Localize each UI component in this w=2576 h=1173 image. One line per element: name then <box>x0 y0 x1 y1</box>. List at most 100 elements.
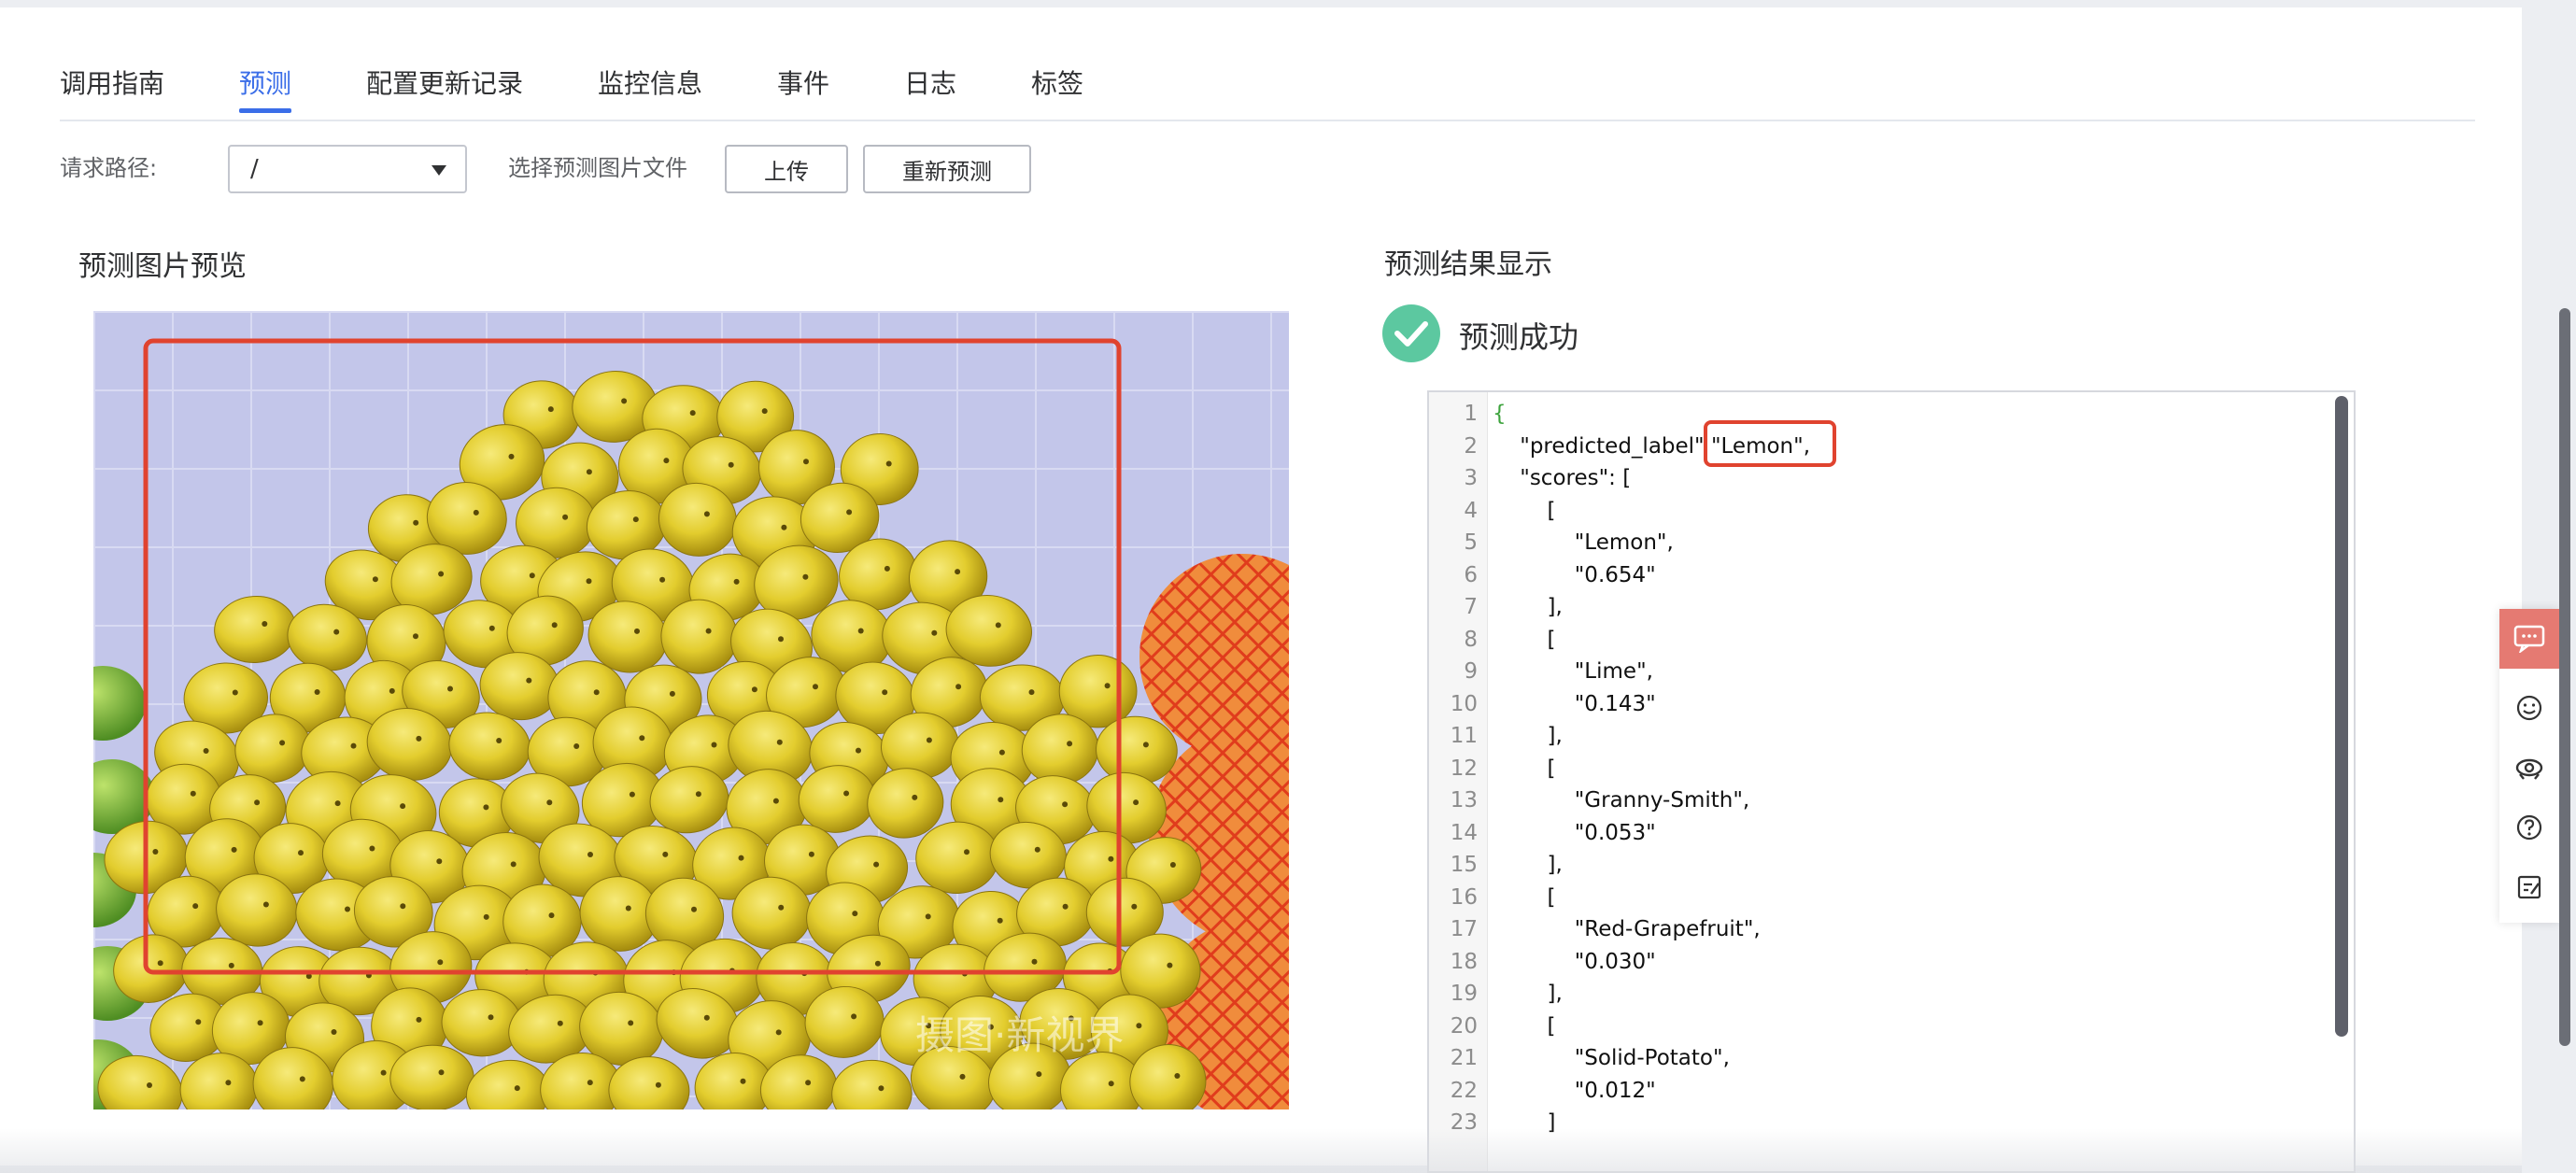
lemon-tip <box>851 1013 857 1020</box>
line-number: 16 <box>1450 884 1478 910</box>
lemon-tip <box>805 1080 812 1086</box>
line-number: 3 <box>1464 466 1478 490</box>
lemon-tip <box>389 687 395 694</box>
tab-monitoring[interactable]: 监控信息 <box>598 64 702 101</box>
bottom-shade <box>0 1128 2522 1173</box>
lemon-tip <box>586 578 592 585</box>
line-number: 10 <box>1450 691 1478 716</box>
lemon-tip <box>703 1014 710 1021</box>
line-number: 8 <box>1464 627 1478 652</box>
lemon-tip <box>926 737 932 743</box>
tab-events[interactable]: 事件 <box>777 64 829 101</box>
line-number: 14 <box>1450 820 1478 845</box>
lemon-tip <box>526 677 532 684</box>
code-text: ], <box>1493 724 1563 748</box>
code-text: "Solid-Potato", <box>1493 1046 1730 1070</box>
code-text: ], <box>1493 982 1563 1006</box>
lemon-tip <box>740 1078 746 1084</box>
lemon-tip <box>1104 683 1111 689</box>
lemon-tip <box>1067 741 1073 747</box>
lemon-tip <box>152 849 159 855</box>
lemon-tip <box>873 861 880 868</box>
smiley-icon[interactable] <box>2499 678 2559 738</box>
lemon-tip <box>436 858 443 865</box>
code-line: 19 ], <box>1429 978 2307 1010</box>
lemon-tip <box>874 960 881 967</box>
code-line: 18 "0.030" <box>1429 946 2307 978</box>
code-scrollbar[interactable] <box>2335 396 2348 1037</box>
lemon-tip <box>203 748 209 754</box>
result-json-viewer[interactable]: 1{2 "predicted_label" "Lemon", 3 "scores"… <box>1427 390 2356 1173</box>
code-line: 3 "scores": [ <box>1429 462 2307 494</box>
lemon-tip <box>781 524 787 530</box>
lemon-tip <box>803 459 809 465</box>
lemon-tip <box>438 1069 445 1076</box>
chat-icon[interactable] <box>2499 609 2559 669</box>
tab-predict[interactable]: 预测 <box>239 64 291 101</box>
tab-guide[interactable]: 调用指南 <box>60 64 164 101</box>
lemon-tip <box>776 739 783 745</box>
tab-tags[interactable]: 标签 <box>1031 64 1083 101</box>
line-number: 6 <box>1464 562 1478 587</box>
code-line: 2 "predicted_label" "Lemon", <box>1429 431 2307 462</box>
lemon-tip <box>514 1085 520 1092</box>
code-text: [ <box>1493 1013 1556 1039</box>
page-scrollbar[interactable] <box>2559 308 2570 1046</box>
lemon-tip <box>955 569 961 575</box>
lemon-tip <box>298 850 304 856</box>
code-line: 11 ], <box>1429 720 2307 752</box>
lemon-tip <box>231 846 237 853</box>
lemon-tip <box>998 749 1005 756</box>
repredict-button[interactable]: 重新预测 <box>863 145 1031 193</box>
lemon-tip <box>333 629 340 635</box>
lemon-tip <box>488 1014 494 1021</box>
code-text: [ <box>1493 756 1556 781</box>
lemon-tip <box>195 1019 202 1025</box>
lemon-tip <box>1034 846 1040 853</box>
lemon-tip <box>1031 958 1038 965</box>
line-number: 19 <box>1450 982 1478 1006</box>
lemon-tip <box>190 790 196 797</box>
help-icon[interactable] <box>2499 798 2559 857</box>
lemon-tip <box>546 799 553 806</box>
preview-image: 摄图·新视界 <box>93 311 1289 1109</box>
code-text: "0.012" <box>1493 1078 1656 1103</box>
headset-icon[interactable] <box>2499 738 2559 798</box>
code-line: 14 "0.053" <box>1429 817 2307 849</box>
upload-button[interactable]: 上传 <box>725 145 848 193</box>
preview-title: 预测图片预览 <box>78 250 247 283</box>
lemon-tip <box>964 849 970 855</box>
lemon-tip <box>857 628 864 634</box>
tab-config-history[interactable]: 配置更新记录 <box>366 64 523 101</box>
lemon-tip <box>691 906 697 912</box>
feedback-icon[interactable] <box>2499 857 2559 917</box>
main-panel: 调用指南 预测 配置更新记录 监控信息 事件 日志 标签 请求路径: / 选择预… <box>0 7 2522 1173</box>
lemon-tip <box>314 689 320 695</box>
tab-logs[interactable]: 日志 <box>904 64 956 101</box>
code-line: 21 "Solid-Potato", <box>1429 1042 2307 1074</box>
lemon-tip <box>639 735 645 742</box>
lemon-tip <box>586 469 592 475</box>
lemon-tip <box>1062 801 1069 808</box>
line-number: 5 <box>1464 530 1478 555</box>
line-number: 22 <box>1450 1078 1478 1103</box>
lemon-tip <box>775 1029 782 1036</box>
lemon-tip <box>995 622 1001 629</box>
request-path-select[interactable]: / <box>228 145 467 193</box>
lemon-tip <box>331 1029 337 1035</box>
floating-toolbar <box>2499 609 2559 923</box>
lemon-tip <box>1036 1071 1042 1078</box>
lemon-tip <box>997 917 1003 924</box>
lemon-tip <box>846 509 853 516</box>
code-text: [ <box>1493 884 1556 910</box>
lemon-tip <box>157 960 163 967</box>
lemon-tip <box>761 408 768 415</box>
line-number: 2 <box>1464 433 1478 459</box>
lemons-photo: 摄图·新视界 <box>93 311 1289 1109</box>
select-file-label: 选择预测图片文件 <box>508 155 687 181</box>
lemon-tip <box>1028 689 1035 696</box>
code-line: 12 [ <box>1429 753 2307 784</box>
lemon-tip <box>372 576 378 583</box>
line-number: 18 <box>1450 949 1478 974</box>
lemon-tip <box>416 1016 422 1023</box>
